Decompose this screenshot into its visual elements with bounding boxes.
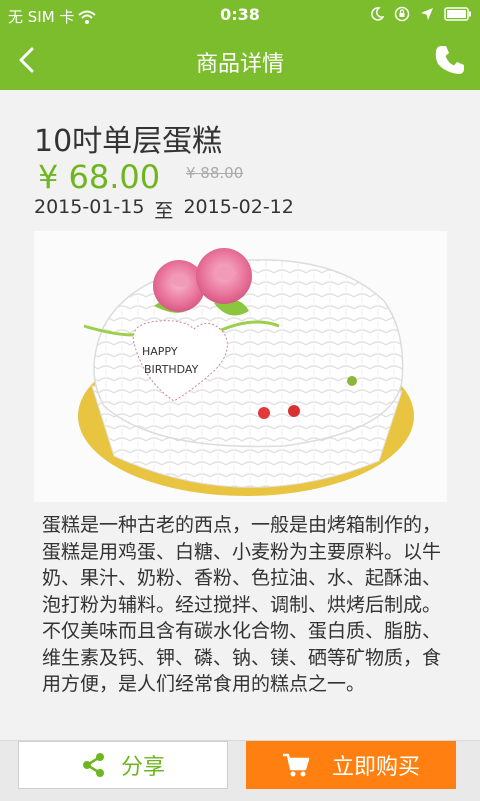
product-detail: 10吋单层蛋糕 ¥ 68.00 ¥ 88.00 2015-01-15 至 201… (0, 90, 480, 740)
validity-dates: 2015-01-15 至 2015-02-12 (34, 196, 294, 223)
plaque-text-birthday: BIRTHDAY (144, 363, 199, 376)
share-button[interactable]: 分享 (18, 741, 228, 789)
cart-icon (282, 753, 310, 777)
original-price: ¥ 88.00 (186, 164, 244, 182)
battery-icon (444, 7, 471, 21)
product-description: 蛋糕是一种古老的西点，一般是由烤箱制作的，蛋糕是用鸡蛋、白糖、小麦粉为主要原料。… (42, 514, 442, 695)
buy-label: 立即购买 (331, 755, 420, 780)
share-label: 分享 (120, 755, 165, 780)
nav-bar: 商品详情 (0, 30, 480, 90)
start-date: 2015-01-15 (34, 196, 145, 218)
buy-now-button[interactable]: 立即购买 (246, 741, 456, 789)
bottom-bar: 分享 立即购买 (0, 740, 480, 801)
rotation-lock-icon (394, 6, 410, 22)
product-title: 10吋单层蛋糕 (34, 124, 223, 159)
end-date: 2015-02-12 (183, 196, 294, 218)
plaque-text-happy: HAPPY (142, 345, 178, 358)
phone-icon[interactable] (432, 42, 468, 78)
moon-icon (371, 7, 384, 21)
date-separator: 至 (154, 200, 174, 222)
location-icon (421, 8, 433, 20)
share-icon (82, 753, 104, 777)
product-image: HAPPY BIRTHDAY (34, 231, 447, 502)
page-title: 商品详情 (195, 52, 284, 77)
status-right (370, 6, 472, 22)
status-bar: 无 SIM 卡 0:38 (0, 0, 480, 30)
product-price: ¥ 68.00 (38, 158, 161, 196)
